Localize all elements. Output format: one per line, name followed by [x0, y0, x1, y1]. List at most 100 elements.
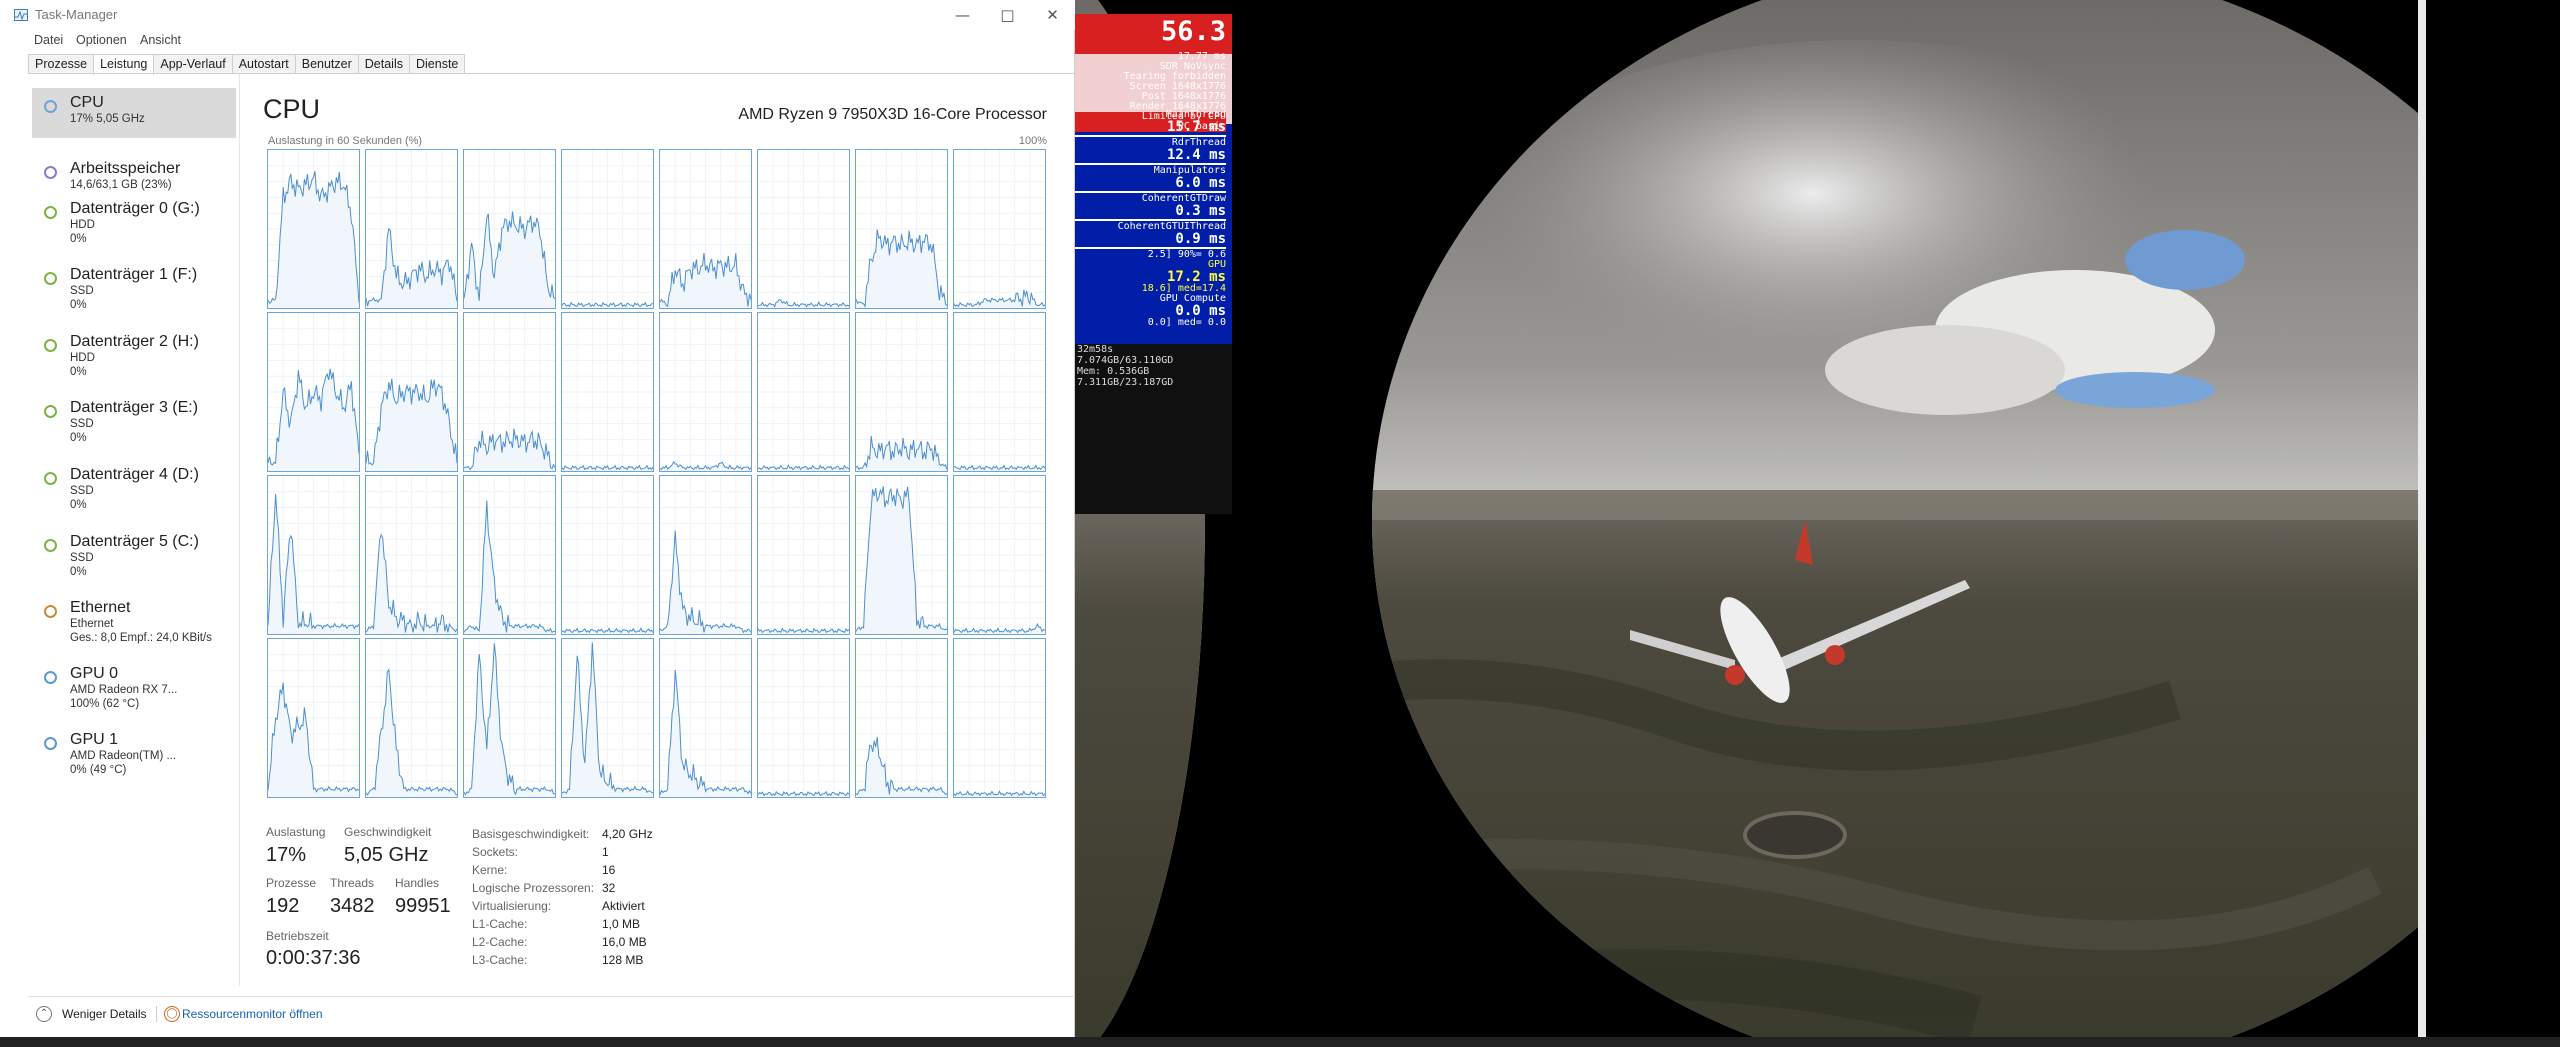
cpu-info-value: 16,0 MB [602, 935, 647, 949]
close-button[interactable]: ✕ [1030, 0, 1075, 30]
status-ring-icon [44, 539, 57, 552]
threads-label: Threads [330, 876, 375, 890]
task-manager-app-icon [14, 9, 28, 21]
tab-details[interactable]: Details [357, 54, 410, 74]
cpu-info-key: Basisgeschwindigkeit: [472, 827, 590, 841]
cpu-core-graph [659, 475, 752, 635]
sidebar-item-9[interactable]: Ethernet Ethernet Ges.: 8,0 Empf.: 24,0 KB… [32, 593, 236, 655]
uptime-value: 0:00:37:36 [266, 947, 361, 969]
sidebar-item-detail: AMD Radeon(TM) ... [70, 750, 177, 762]
cpu-core-graph [757, 475, 850, 635]
processes-label: Prozesse [266, 876, 317, 890]
sidebar-item-1[interactable]: CPU 17% 5,05 GHz [32, 88, 236, 138]
cpu-info-key: L1-Cache: [472, 917, 528, 931]
resource-monitor-icon[interactable]: ◯ [164, 1006, 180, 1022]
status-ring-icon [44, 671, 57, 684]
sidebar-item-name: Datenträger 0 (G:) [70, 200, 200, 217]
sidebar-item-4[interactable]: Datenträger 1 (F:) SSD 0% [32, 260, 236, 322]
scenery-image [1075, 0, 2560, 1047]
overlay-rows: MainThread 15.7 ms RdrThread 12.4 ms Manipul… [1075, 110, 1232, 328]
cpu-info-key: Sockets: [472, 845, 519, 859]
tab-dienste[interactable]: Dienste [408, 54, 466, 74]
overlay-row-value: 0.9 ms [1175, 231, 1226, 247]
sidebar-item-8[interactable]: Datenträger 5 (C:) SSD 0% [32, 527, 236, 589]
sidebar-item-7[interactable]: Datenträger 4 (D:) SSD 0% [32, 460, 236, 522]
sidebar-item-name: Datenträger 2 (H:) [70, 333, 199, 350]
cpu-core-graph [463, 638, 556, 798]
tab-prozesse[interactable]: Prozesse [28, 54, 95, 74]
performance-sidebar: CPU 17% 5,05 GHz Arbeitsspeicher 14,6/63,1 … [28, 74, 240, 986]
cpu-core-graph [757, 312, 850, 472]
menu-bar: Datei Optionen Ansicht [0, 30, 1075, 52]
sidebar-item-11[interactable]: GPU 1 AMD Radeon(TM) ... 0% (49 °C) [32, 725, 236, 787]
sidebar-item-10[interactable]: GPU 0 AMD Radeon RX 7... 100% (62 °C) [32, 659, 236, 721]
sidebar-item-detail: Ges.: 8,0 Empf.: 24,0 KBit/s [70, 632, 212, 644]
sidebar-item-detail: SSD [70, 485, 94, 497]
sidebar-item-detail: 100% (62 °C) [70, 698, 140, 710]
cpu-core-graph [855, 475, 948, 635]
taskbar [0, 1037, 2560, 1047]
maximize-button[interactable]: □ [985, 0, 1030, 30]
cpu-info-value: 128 MB [602, 953, 644, 967]
cpu-core-graph [659, 149, 752, 309]
sidebar-item-detail: 0% [70, 299, 87, 311]
overlay-fps-block: 56.3 [1075, 14, 1232, 54]
bottom-bar: ⌃ Weniger Details ◯ Ressourcenmonitor öf… [28, 996, 1075, 1030]
title-bar: Task-Manager — □ ✕ [0, 0, 1075, 30]
status-ring-icon [44, 339, 57, 352]
sidebar-item-6[interactable]: Datenträger 3 (E:) SSD 0% [32, 393, 236, 455]
sidebar-item-name: Datenträger 1 (F:) [70, 266, 198, 283]
sidebar-item-detail: 0% [70, 499, 87, 511]
cpu-core-graph [365, 638, 458, 798]
sidebar-item-name: Datenträger 5 (C:) [70, 533, 199, 550]
sidebar-item-detail: 17% 5,05 GHz [70, 113, 145, 125]
tab-benutzer[interactable]: Benutzer [294, 54, 359, 74]
cpu-core-graph [365, 149, 458, 309]
cpu-core-graph [757, 638, 850, 798]
tab-leistung[interactable]: Leistung [93, 54, 155, 75]
tab-bar: Prozesse Leistung App-Verlauf Autostart … [28, 54, 466, 75]
gpu-compute-extra: 0.0] med= 0.0 [1147, 317, 1226, 328]
cpu-core-graph [267, 475, 360, 635]
sidebar-item-detail: 0% [70, 366, 87, 378]
sidebar-item-name: Arbeitsspeicher [70, 160, 181, 177]
sidebar-item-2[interactable]: Arbeitsspeicher 14,6/63,1 GB (23%) [32, 154, 236, 198]
tab-autostart[interactable]: Autostart [231, 54, 296, 74]
sidebar-item-detail: Ethernet [70, 618, 114, 630]
fewer-details-link[interactable]: Weniger Details [62, 1007, 146, 1021]
cpu-info-key: L2-Cache: [472, 935, 528, 949]
window-title: Task-Manager [35, 7, 118, 22]
overlay-row-value: 15.7 ms [1166, 119, 1226, 135]
cpu-core-graph [561, 312, 654, 472]
sidebar-item-detail: 0% [70, 566, 87, 578]
sidebar-item-5[interactable]: Datenträger 2 (H:) HDD 0% [32, 327, 236, 389]
sidebar-item-detail: HDD [70, 219, 95, 231]
max-percent-caption: 100% [1018, 135, 1047, 147]
tab-app-verlauf[interactable]: App-Verlauf [153, 54, 233, 74]
cpu-core-graph [953, 638, 1046, 798]
cpu-core-graph [267, 312, 360, 472]
sidebar-item-3[interactable]: Datenträger 0 (G:) HDD 0% [32, 194, 236, 256]
menu-ansicht[interactable]: Ansicht [140, 33, 181, 47]
open-resource-monitor-link[interactable]: Ressourcenmonitor öffnen [182, 1007, 323, 1021]
cpu-core-graph [855, 312, 948, 472]
minimize-button[interactable]: — [940, 0, 985, 30]
cpu-info-value: 1 [602, 845, 609, 859]
collapse-up-icon[interactable]: ⌃ [36, 1006, 52, 1022]
sidebar-item-detail: 0% [70, 233, 87, 245]
sidebar-item-detail: SSD [70, 418, 94, 430]
menu-datei[interactable]: Datei [34, 33, 63, 47]
status-ring-icon [44, 272, 57, 285]
menu-optionen[interactable]: Optionen [76, 33, 127, 47]
uptime-label: Betriebszeit [266, 929, 329, 943]
cpu-core-graph [463, 149, 556, 309]
sidebar-item-name: CPU [70, 94, 104, 111]
cpu-core-graph [757, 149, 850, 309]
memory-line: 7.074GB/63.110GD [1077, 355, 1174, 366]
cpu-core-graph [463, 475, 556, 635]
sidebar-item-name: GPU 1 [70, 731, 119, 748]
memory-line: 7.311GB/23.187GD [1077, 377, 1174, 388]
task-manager-window: Task-Manager — □ ✕ Datei Optionen Ansich… [0, 0, 1075, 1047]
sidebar-item-name: Datenträger 4 (D:) [70, 466, 199, 483]
cpu-core-graph [267, 638, 360, 798]
